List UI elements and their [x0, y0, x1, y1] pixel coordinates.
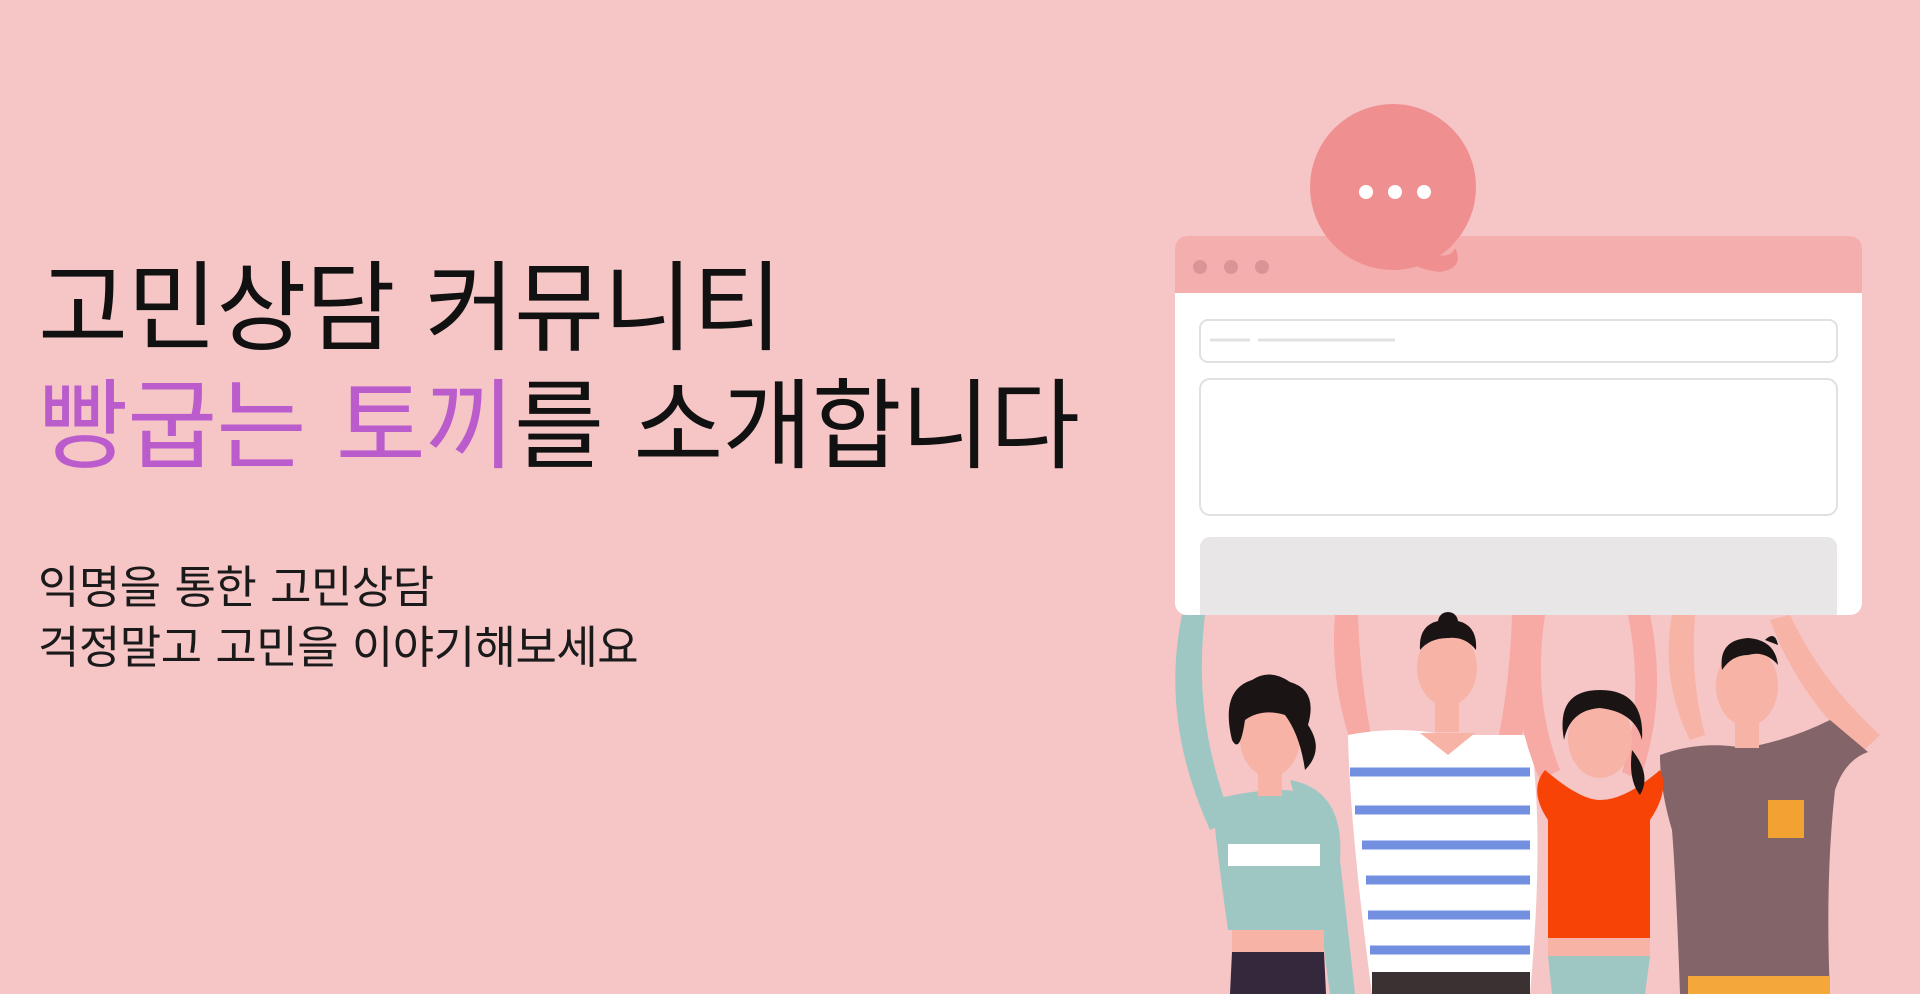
brand-name: 빵굽는 토끼 — [38, 370, 515, 484]
description-line-2: 걱정말고 고민을 이야기해보세요 — [38, 621, 639, 674]
description-line-1: 익명을 통한 고민상담 — [38, 561, 434, 614]
headline-line-2: 빵굽는 토끼를 소개합니다 — [38, 368, 1098, 486]
window-mockup — [1175, 236, 1862, 615]
hero-section: 고민상담 커뮤니티 빵굽는 토끼를 소개합니다 익명을 통한 고민상담 걱정말고… — [38, 250, 1098, 678]
window-dots-icon — [1193, 260, 1269, 274]
person-teal-shirt — [1175, 615, 1355, 994]
mock-button — [1200, 537, 1837, 615]
page-title: 고민상담 커뮤니티 빵굽는 토끼를 소개합니다 — [38, 250, 1098, 486]
window-titlebar — [1175, 236, 1862, 293]
headline-line-2-rest: 를 소개합니다 — [513, 370, 1080, 484]
person-red-shirt — [1515, 615, 1664, 994]
person-brown-shirt — [1660, 615, 1880, 994]
hero-illustration — [1160, 95, 1920, 994]
person-striped-shirt — [1334, 612, 1538, 994]
mock-textarea — [1199, 378, 1838, 516]
description: 익명을 통한 고민상담 걱정말고 고민을 이야기해보세요 — [38, 558, 1098, 678]
headline-line-1: 고민상담 커뮤니티 — [38, 252, 782, 366]
